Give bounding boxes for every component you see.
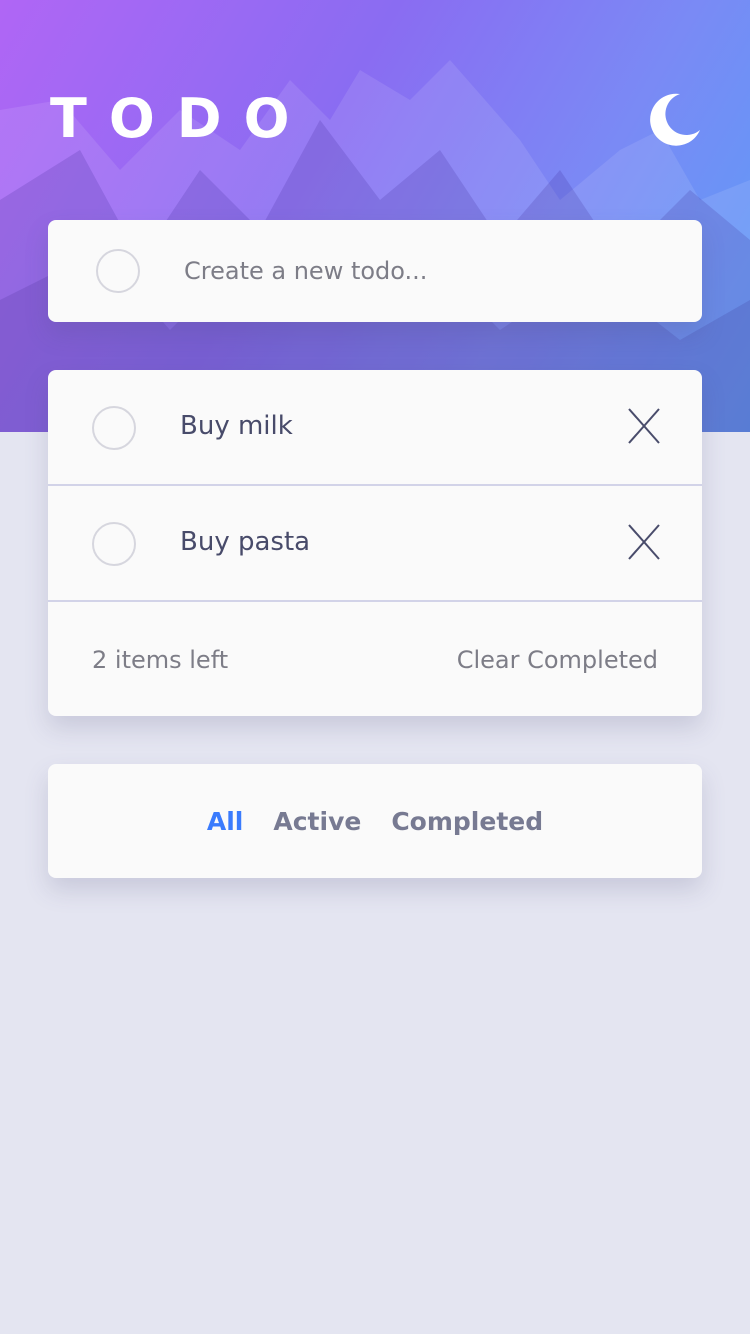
theme-toggle-button[interactable] [646,90,702,146]
delete-todo-button[interactable] [626,522,662,562]
todo-text[interactable]: Buy pasta [180,522,310,562]
items-left-count: 2 items left [92,646,229,674]
new-todo-input[interactable] [184,246,664,296]
todo-item: Buy milk [48,370,702,486]
delete-todo-button[interactable] [626,406,662,446]
todo-item: Buy pasta [48,486,702,602]
todo-checkbox[interactable] [92,406,136,450]
todo-checkbox[interactable] [92,522,136,566]
new-todo-checkbox[interactable] [96,249,140,293]
clear-completed-button[interactable]: Clear Completed [457,640,658,680]
todo-list: Buy milk Buy pasta 2 items left Clear Co… [48,370,702,716]
filter-bar: All Active Completed [48,800,702,844]
app-title: TODO [50,87,312,150]
filter-all[interactable]: All [207,800,244,844]
todo-text[interactable]: Buy milk [180,406,293,446]
new-todo-card [48,220,702,322]
list-footer: 2 items left Clear Completed [48,602,702,716]
filter-completed[interactable]: Completed [391,800,543,844]
mountains-image [0,60,750,432]
header-background: TODO [0,0,750,432]
close-icon [628,524,660,560]
filter-card: All Active Completed [48,764,702,878]
close-icon [628,408,660,444]
moon-icon [650,93,700,146]
filter-active[interactable]: Active [273,800,361,844]
